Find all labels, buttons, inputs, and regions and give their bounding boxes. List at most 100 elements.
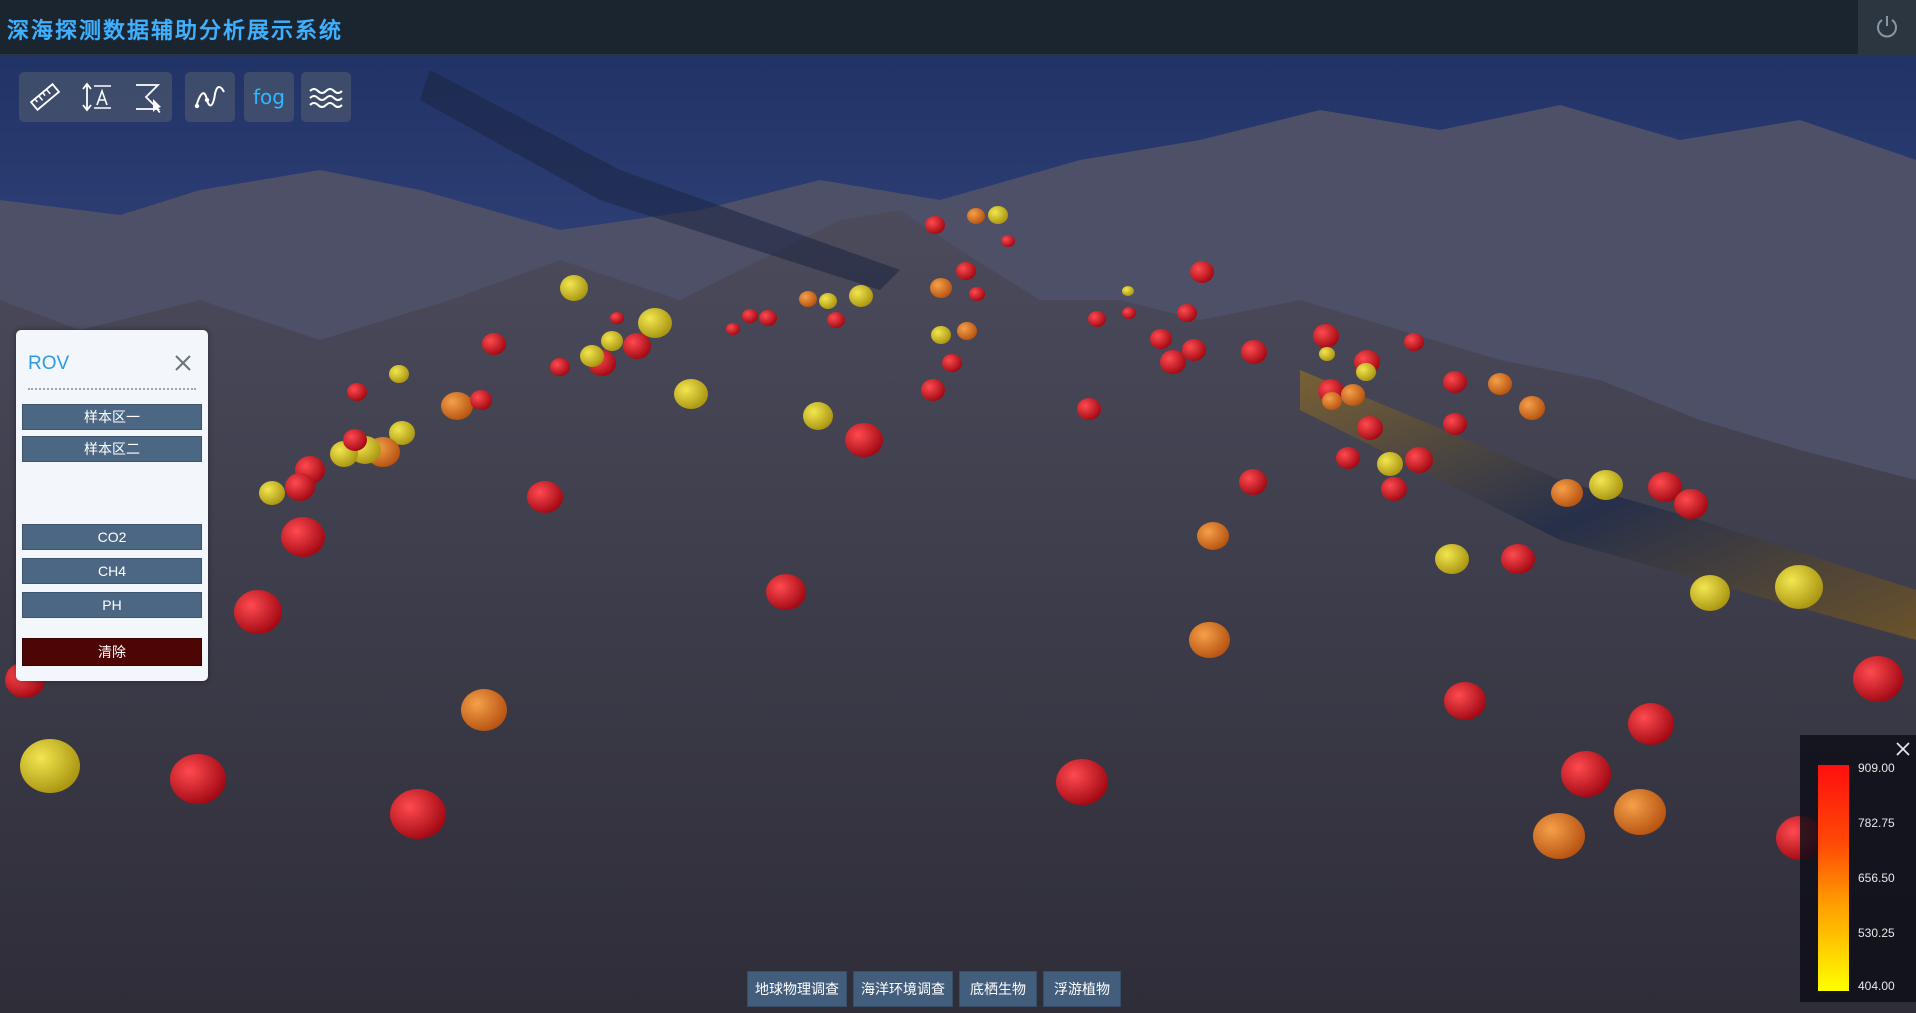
sample-marker[interactable]: [803, 402, 833, 430]
area-button-2[interactable]: 样本区二: [22, 436, 202, 462]
sample-marker[interactable]: [1690, 575, 1730, 611]
sample-marker[interactable]: [1001, 235, 1015, 247]
sample-marker[interactable]: [527, 481, 563, 513]
sample-marker[interactable]: [1177, 304, 1197, 322]
sample-marker[interactable]: [234, 590, 282, 634]
tab-geophysics[interactable]: 地球物理调查: [747, 971, 847, 1007]
sample-marker[interactable]: [967, 208, 985, 224]
area-button-1[interactable]: 样本区一: [22, 404, 202, 430]
param-button-ch4[interactable]: CH4: [22, 558, 202, 584]
sample-marker[interactable]: [1313, 324, 1339, 348]
sample-marker[interactable]: [343, 429, 367, 451]
sample-marker[interactable]: [1160, 350, 1186, 374]
sample-marker[interactable]: [281, 517, 325, 557]
sample-marker[interactable]: [921, 379, 945, 401]
legend-close-button[interactable]: [1893, 739, 1913, 759]
sample-marker[interactable]: [441, 392, 473, 420]
sample-marker[interactable]: [849, 285, 873, 307]
sample-marker[interactable]: [1182, 339, 1206, 361]
sample-marker[interactable]: [1404, 333, 1424, 351]
sample-marker[interactable]: [845, 423, 883, 457]
sample-marker[interactable]: [1551, 479, 1583, 507]
tab-benthos[interactable]: 底栖生物: [959, 971, 1037, 1007]
sample-marker[interactable]: [638, 308, 672, 338]
sample-marker[interactable]: [461, 689, 507, 731]
sample-marker[interactable]: [930, 278, 952, 298]
sample-marker[interactable]: [1519, 396, 1545, 420]
param-button-co2[interactable]: CO2: [22, 524, 202, 550]
sample-marker[interactable]: [1444, 682, 1486, 720]
sample-marker[interactable]: [1190, 261, 1214, 283]
sample-marker[interactable]: [942, 354, 962, 372]
param-button-ph[interactable]: PH: [22, 592, 202, 618]
area-measure-button[interactable]: [121, 72, 172, 122]
sample-marker[interactable]: [1322, 392, 1342, 410]
sample-marker[interactable]: [580, 345, 604, 367]
sample-marker[interactable]: [1357, 416, 1383, 440]
sample-marker[interactable]: [285, 473, 315, 501]
sample-marker[interactable]: [610, 312, 624, 324]
tab-phytoplankton[interactable]: 浮游植物: [1043, 971, 1121, 1007]
sample-marker[interactable]: [1197, 522, 1229, 550]
sample-marker[interactable]: [759, 310, 777, 326]
sample-marker[interactable]: [1405, 447, 1433, 473]
sample-marker[interactable]: [1077, 398, 1101, 420]
sample-marker[interactable]: [1088, 311, 1106, 327]
sample-marker[interactable]: [347, 383, 367, 401]
sample-marker[interactable]: [623, 333, 651, 359]
sample-marker[interactable]: [1377, 452, 1403, 476]
waves-button[interactable]: [301, 72, 351, 122]
sample-marker[interactable]: [1443, 413, 1467, 435]
sample-marker[interactable]: [20, 739, 80, 793]
sample-marker[interactable]: [956, 262, 976, 280]
sample-marker[interactable]: [1319, 347, 1335, 361]
sample-marker[interactable]: [170, 754, 226, 804]
sample-marker[interactable]: [550, 358, 570, 376]
sample-marker[interactable]: [988, 206, 1008, 224]
sample-marker[interactable]: [1589, 470, 1623, 500]
sample-marker[interactable]: [259, 481, 285, 505]
sample-marker[interactable]: [482, 333, 506, 355]
sample-marker[interactable]: [1488, 373, 1512, 395]
tab-marine-environment[interactable]: 海洋环境调查: [853, 971, 953, 1007]
sample-marker[interactable]: [957, 322, 977, 340]
sample-marker[interactable]: [1435, 544, 1469, 574]
map-viewport[interactable]: 深海探测数据辅助分析展示系统 fog ROV 样本区一 样本区二 CO2 CH4…: [0, 0, 1916, 1013]
sample-marker[interactable]: [766, 574, 806, 610]
sample-marker[interactable]: [389, 365, 409, 383]
sample-marker[interactable]: [1674, 489, 1708, 519]
sample-marker[interactable]: [819, 293, 837, 309]
sample-marker[interactable]: [969, 287, 985, 301]
sample-marker[interactable]: [601, 331, 623, 351]
sample-marker[interactable]: [470, 390, 492, 410]
sample-marker[interactable]: [1150, 329, 1172, 349]
sample-marker[interactable]: [1443, 371, 1467, 393]
path-button[interactable]: [185, 72, 235, 122]
sample-marker[interactable]: [390, 789, 446, 839]
sample-marker[interactable]: [726, 323, 740, 335]
sample-marker[interactable]: [742, 309, 758, 323]
sample-marker[interactable]: [674, 379, 708, 409]
sample-marker[interactable]: [799, 291, 817, 307]
sample-marker[interactable]: [1190, 622, 1230, 658]
clear-button[interactable]: 清除: [22, 638, 202, 666]
sample-marker[interactable]: [1122, 307, 1136, 319]
ruler-button[interactable]: [19, 72, 70, 122]
sample-marker[interactable]: [1239, 469, 1267, 495]
power-button[interactable]: [1858, 0, 1916, 54]
sample-marker[interactable]: [1336, 447, 1360, 469]
rov-panel-close-button[interactable]: [170, 350, 196, 376]
sample-marker[interactable]: [1628, 703, 1674, 745]
sample-marker[interactable]: [1122, 286, 1134, 296]
sample-marker[interactable]: [1241, 340, 1267, 364]
sample-marker[interactable]: [1381, 477, 1407, 501]
sample-marker[interactable]: [931, 326, 951, 344]
sample-marker[interactable]: [1533, 813, 1585, 859]
sample-marker[interactable]: [1614, 789, 1666, 835]
sample-marker[interactable]: [1561, 751, 1611, 797]
sample-marker[interactable]: [827, 312, 845, 328]
sample-marker[interactable]: [1501, 544, 1535, 574]
sample-marker[interactable]: [1775, 565, 1823, 609]
sample-marker[interactable]: [1853, 656, 1903, 702]
sample-marker[interactable]: [1356, 363, 1376, 381]
